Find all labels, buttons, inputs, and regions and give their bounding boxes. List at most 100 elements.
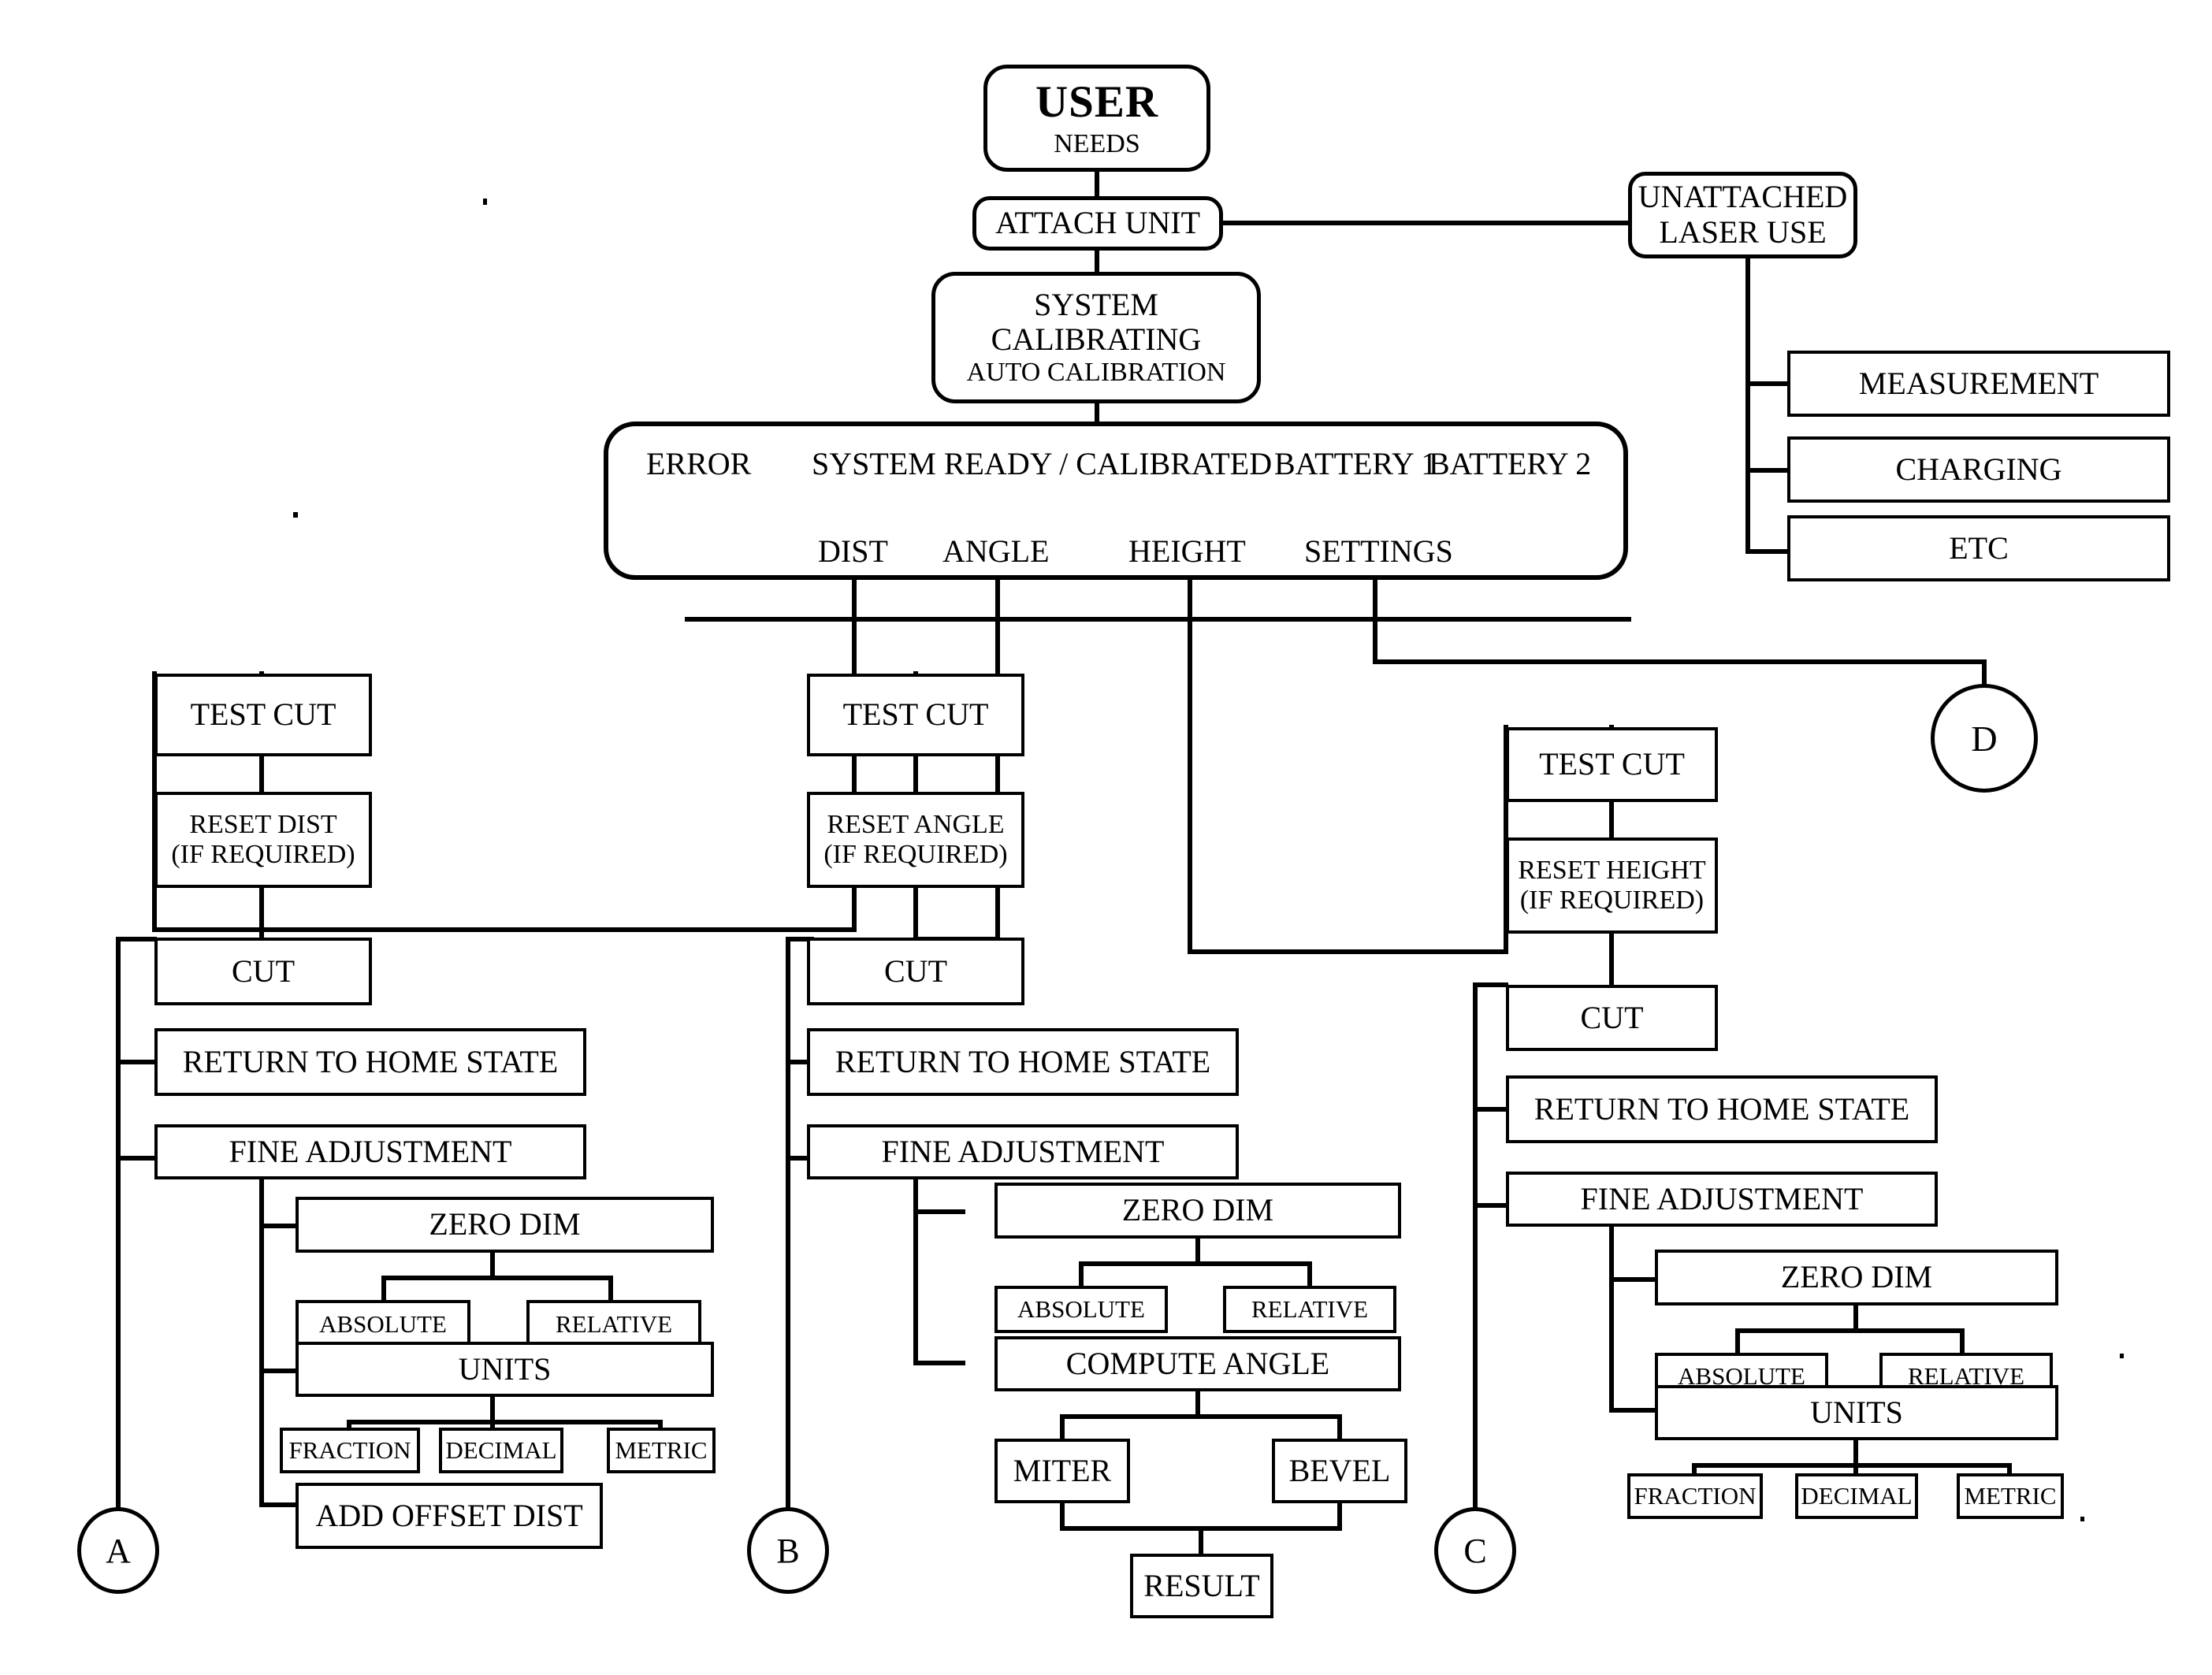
attach-unit-node: ATTACH UNIT [972,196,1223,251]
angle-test-cut-node: TEST CUT [807,674,1024,756]
angle-bevel-label: BEVEL [1288,1452,1391,1488]
height-test-cut-label: TEST CUT [1539,746,1685,782]
dist-test-cut-node: TEST CUT [154,674,372,756]
unattached-laser-use-node: UNATTACHED LASER USE [1628,172,1857,258]
angle-zero-dim-node: ZERO DIM [994,1183,1401,1239]
angle-result-label: RESULT [1143,1567,1260,1603]
dist-reset-line1: RESET DIST [189,809,337,839]
height-fine-adjustment-label: FINE ADJUSTMENT [1580,1180,1864,1216]
height-return-home-label: RETURN TO HOME STATE [1534,1090,1910,1127]
height-units-label: UNITS [1810,1394,1903,1430]
dist-decimal-label: DECIMAL [445,1435,557,1464]
connector-c: C [1434,1507,1516,1594]
auto-calibration-label: AUTO CALIBRATION [966,358,1226,388]
angle-cut-label: CUT [884,953,947,989]
angle-return-home-label: RETURN TO HOME STATE [835,1043,1211,1079]
user-needs-node: USER NEEDS [983,65,1210,172]
dist-units-label: UNITS [458,1350,552,1387]
needs-label: NEEDS [1054,128,1140,158]
dist-reset-line2: (IF REQUIRED) [171,840,355,869]
calibrating-label: CALIBRATING [991,321,1202,358]
scan-speck [2120,1354,2124,1358]
system-label: SYSTEM [1034,286,1158,322]
dist-return-home-label: RETURN TO HOME STATE [182,1043,559,1079]
status-error-label: ERROR [646,446,752,481]
menu-dist-label[interactable]: DIST [818,533,888,570]
connector-d: D [1931,684,2038,793]
connector-a: A [77,1507,159,1594]
height-units-node: UNITS [1655,1385,2058,1440]
laser-use-label: LASER USE [1659,214,1827,250]
height-reset-node: RESET HEIGHT (IF REQUIRED) [1506,838,1718,934]
dist-fine-adjustment-node: FINE ADJUSTMENT [154,1124,586,1179]
height-fraction-node: FRACTION [1627,1473,1763,1519]
angle-reset-node: RESET ANGLE (IF REQUIRED) [807,792,1024,888]
charging-node: CHARGING [1787,436,2170,503]
angle-reset-line2: (IF REQUIRED) [823,840,1008,869]
dist-zero-dim-label: ZERO DIM [429,1206,581,1242]
dist-fine-adjustment-label: FINE ADJUSTMENT [229,1133,512,1169]
height-test-cut-node: TEST CUT [1506,727,1718,802]
connector-b-label: B [776,1531,800,1570]
dist-relative-label: RELATIVE [555,1309,673,1338]
etc-node: ETC [1787,515,2170,581]
height-zero-dim-node: ZERO DIM [1655,1250,2058,1305]
attach-unit-label: ATTACH UNIT [994,205,1201,241]
angle-compute-angle-label: COMPUTE ANGLE [1065,1345,1330,1381]
dist-fraction-label: FRACTION [288,1435,411,1464]
status-battery2-label: BATTERY 2 [1429,446,1592,481]
dist-decimal-node: DECIMAL [439,1428,563,1473]
angle-fine-adjustment-node: FINE ADJUSTMENT [807,1124,1239,1179]
angle-compute-angle-node: COMPUTE ANGLE [994,1336,1401,1391]
menu-settings-label[interactable]: SETTINGS [1304,533,1453,570]
angle-test-cut-label: TEST CUT [842,696,989,733]
angle-fine-adjustment-label: FINE ADJUSTMENT [881,1133,1165,1169]
height-fraction-label: FRACTION [1634,1481,1757,1510]
dist-cut-label: CUT [232,953,295,989]
status-system-ready-label: SYSTEM READY / CALIBRATED [812,446,1273,481]
height-return-home-node: RETURN TO HOME STATE [1506,1075,1938,1143]
connector-a-label: A [106,1531,131,1570]
angle-miter-node: MITER [994,1439,1130,1503]
menu-angle-label[interactable]: ANGLE [942,533,1050,570]
dist-metric-label: METRIC [615,1435,708,1464]
dist-return-home-node: RETURN TO HOME STATE [154,1028,586,1096]
flowchart-page: USER NEEDS ATTACH UNIT SYSTEM CALIBRATIN… [0,0,2212,1675]
dist-add-offset-node: ADD OFFSET DIST [296,1483,603,1549]
scan-speck [483,199,487,205]
angle-bevel-node: BEVEL [1272,1439,1407,1503]
height-reset-line2: (IF REQUIRED) [1519,886,1705,915]
angle-cut-node: CUT [807,938,1024,1005]
angle-absolute-label: ABSOLUTE [1017,1294,1145,1323]
dist-metric-node: METRIC [607,1428,716,1473]
height-cut-label: CUT [1580,999,1644,1035]
angle-miter-label: MITER [1013,1452,1112,1488]
dist-add-offset-label: ADD OFFSET DIST [315,1497,583,1533]
connector-b: B [747,1507,829,1594]
dist-zero-dim-node: ZERO DIM [296,1197,714,1253]
height-decimal-node: DECIMAL [1795,1473,1918,1519]
angle-reset-line1: RESET ANGLE [827,809,1005,839]
menu-height-label[interactable]: HEIGHT [1128,533,1246,570]
system-calibrating-node: SYSTEM CALIBRATING AUTO CALIBRATION [931,272,1261,403]
dist-test-cut-label: TEST CUT [190,696,336,733]
scan-speck [293,512,298,518]
measurement-node: MEASUREMENT [1787,351,2170,417]
status-battery1-label: BATTERY 1 [1274,446,1437,481]
measurement-label: MEASUREMENT [1858,365,2099,401]
height-reset-line1: RESET HEIGHT [1518,855,1706,885]
user-label: USER [1035,77,1159,128]
height-zero-dim-label: ZERO DIM [1780,1259,1933,1295]
connector-d-label: D [1971,718,1998,759]
height-decimal-label: DECIMAL [1801,1481,1913,1510]
dist-fraction-node: FRACTION [280,1428,420,1473]
height-fine-adjustment-node: FINE ADJUSTMENT [1506,1172,1938,1227]
dist-cut-node: CUT [154,938,372,1005]
height-metric-node: METRIC [1957,1473,2064,1519]
dist-absolute-label: ABSOLUTE [319,1309,447,1338]
height-cut-node: CUT [1506,985,1718,1051]
height-metric-label: METRIC [1964,1481,2057,1510]
angle-return-home-node: RETURN TO HOME STATE [807,1028,1239,1096]
dist-units-node: UNITS [296,1342,714,1397]
connector-c-label: C [1463,1531,1487,1570]
